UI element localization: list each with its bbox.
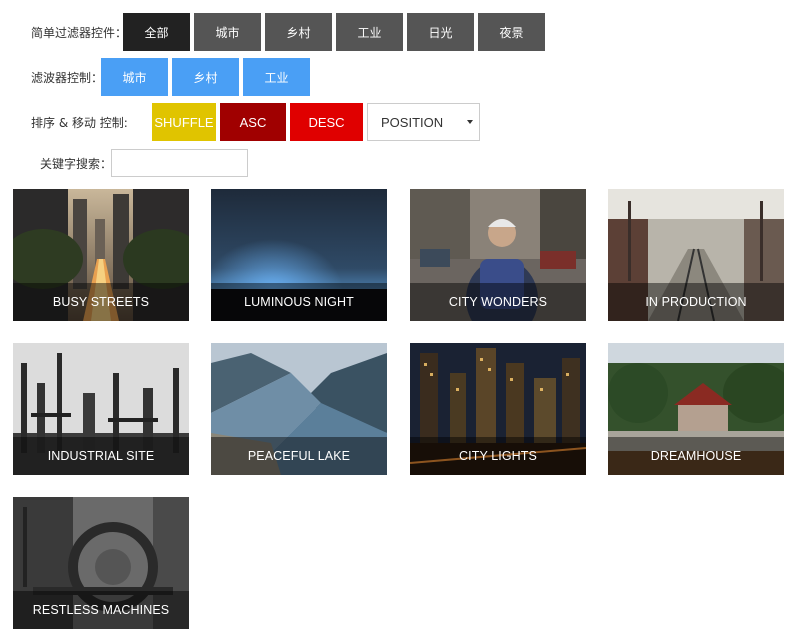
filter-city-button[interactable]: 城市 (194, 13, 261, 51)
gallery-item-luminous-night[interactable]: LUMINOUS NIGHT (211, 189, 387, 321)
desc-button[interactable]: DESC (290, 103, 363, 141)
search-label: 关键字搜索： (40, 156, 113, 171)
sort-controls-row: 排序 & 移动 控制: SHUFFLE ASC DESC POSITION (31, 103, 480, 141)
gallery-item-industrial-site[interactable]: INDUSTRIAL SITE (13, 343, 189, 475)
shuffle-button[interactable]: SHUFFLE (152, 103, 216, 141)
gallery-item-busy-streets[interactable]: BUSY STREETS (13, 189, 189, 321)
gallery-item-title: DREAMHOUSE (608, 437, 784, 475)
multi-filter-industry-button[interactable]: 工业 (243, 58, 310, 96)
gallery-item-title: PEACEFUL LAKE (211, 437, 387, 475)
filter-industry-button[interactable]: 工业 (336, 13, 403, 51)
gallery-item-title: BUSY STREETS (13, 283, 189, 321)
filter-daylight-button[interactable]: 日光 (407, 13, 474, 51)
gallery-item-in-production[interactable]: IN PRODUCTION (608, 189, 784, 321)
simple-filter-label: 简单过滤器控件： (31, 25, 128, 40)
gallery-item-city-lights[interactable]: CITY LIGHTS (410, 343, 586, 475)
gallery-item-title: CITY WONDERS (410, 283, 586, 321)
multi-filter-countryside-button[interactable]: 乡村 (172, 58, 239, 96)
sort-select[interactable]: POSITION (367, 103, 480, 141)
gallery-item-dreamhouse[interactable]: DREAMHOUSE (608, 343, 784, 475)
gallery-item-city-wonders[interactable]: CITY WONDERS (410, 189, 586, 321)
multi-filter-city-button[interactable]: 城市 (101, 58, 168, 96)
multi-filter-label: 滤波器控制： (31, 70, 104, 85)
gallery-item-title: LUMINOUS NIGHT (211, 283, 387, 321)
filter-all-button[interactable]: 全部 (123, 13, 190, 51)
gallery-item-title: CITY LIGHTS (410, 437, 586, 475)
gallery-item-peaceful-lake[interactable]: PEACEFUL LAKE (211, 343, 387, 475)
filter-countryside-button[interactable]: 乡村 (265, 13, 332, 51)
search-row: 关键字搜索： (40, 149, 248, 177)
sort-controls-label: 排序 & 移动 控制: (31, 115, 128, 130)
search-input[interactable] (111, 149, 248, 177)
gallery-item-title: IN PRODUCTION (608, 283, 784, 321)
asc-button[interactable]: ASC (220, 103, 286, 141)
chevron-down-icon (467, 120, 473, 124)
gallery-item-title: INDUSTRIAL SITE (13, 437, 189, 475)
sort-select-value: POSITION (381, 114, 444, 130)
multi-filter-row: 滤波器控制： 城市 乡村 工业 (31, 58, 314, 96)
gallery-item-restless-machines[interactable]: RESTLESS MACHINES (13, 497, 189, 629)
filter-night-button[interactable]: 夜景 (478, 13, 545, 51)
gallery-item-title: RESTLESS MACHINES (13, 591, 189, 629)
simple-filter-row: 简单过滤器控件： 全部 城市 乡村 工业 日光 夜景 (31, 13, 549, 51)
